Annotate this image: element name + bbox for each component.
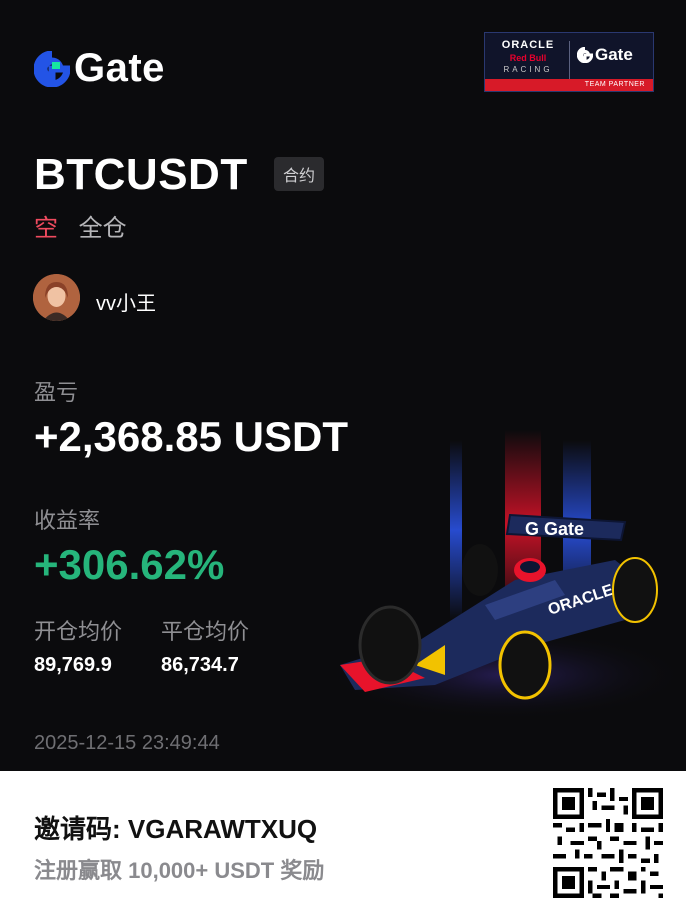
reward-text: 注册赢取 10,000+ USDT 奖励 bbox=[34, 858, 325, 883]
f1-car-illustration: G Gate ORACLE bbox=[325, 430, 685, 720]
timestamp: 2025-12-15 23:49:44 bbox=[34, 732, 220, 754]
position-side: 空 bbox=[34, 215, 58, 242]
partner-gate-text: Gate bbox=[595, 45, 633, 64]
gate-logo-icon bbox=[34, 50, 70, 87]
pnl-value: +2,368.85 USDT bbox=[34, 413, 349, 460]
margin-mode: 全仓 bbox=[78, 215, 127, 242]
roi-label: 收益率 bbox=[34, 508, 101, 533]
position-side-row: 空 全仓 bbox=[34, 208, 127, 243]
close-price-value: 86,734.7 bbox=[161, 654, 239, 676]
partner-divider bbox=[569, 41, 570, 79]
team-partner-badge: ORACLE Red Bull RACING Gate TEAM PARTNER bbox=[484, 32, 654, 92]
share-card: Gate ORACLE Red Bull RACING Gate TEAM PA… bbox=[0, 0, 686, 915]
avatar bbox=[33, 274, 80, 321]
roi-value: +306.62% bbox=[34, 541, 225, 588]
open-price-label: 开仓均价 bbox=[34, 619, 123, 644]
team-partner-band: TEAM PARTNER bbox=[485, 79, 653, 91]
gate-logo-text: Gate bbox=[74, 46, 165, 90]
racing-text: RACING bbox=[503, 65, 553, 74]
qr-code[interactable] bbox=[553, 788, 663, 898]
gate-logo: Gate bbox=[34, 46, 165, 91]
svg-text:G Gate: G Gate bbox=[525, 519, 584, 539]
contract-type-badge: 合约 bbox=[274, 157, 325, 191]
red-bull-text: Red Bull bbox=[509, 53, 547, 63]
invite-footer: 邀请码: VGARAWTXUQ 注册赢取 10,000+ USDT 奖励 bbox=[0, 771, 686, 915]
gate-small-logo-icon bbox=[577, 47, 593, 63]
username: vv小王 bbox=[96, 293, 156, 315]
oracle-text: ORACLE bbox=[501, 39, 555, 51]
open-price-value: 89,769.9 bbox=[34, 654, 112, 676]
pnl-label: 盈亏 bbox=[34, 380, 79, 405]
trading-pair: BTCUSDT bbox=[34, 150, 248, 199]
close-price-label: 平仓均价 bbox=[161, 619, 250, 644]
invite-code: 邀请码: VGARAWTXUQ bbox=[34, 814, 318, 844]
